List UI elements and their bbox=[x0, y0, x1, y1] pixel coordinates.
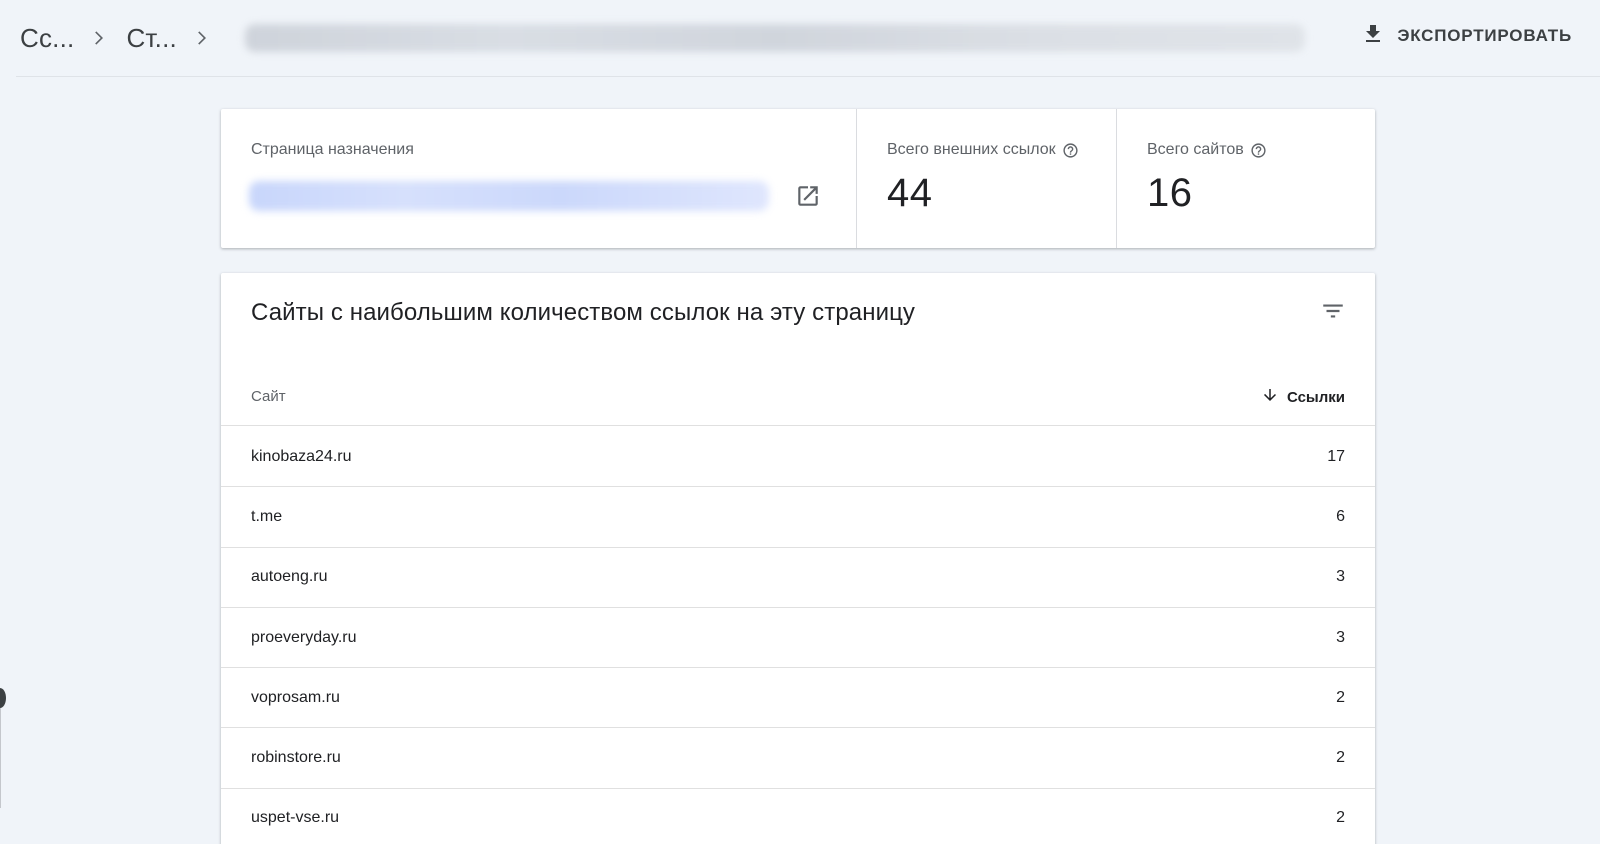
row-links-count: 6 bbox=[1336, 507, 1345, 525]
filter-list-icon[interactable] bbox=[1317, 295, 1349, 327]
table-row[interactable]: t.me 6 bbox=[221, 487, 1375, 548]
total-external-links-label: Всего внешних ссылок bbox=[887, 141, 1079, 159]
total-sites-cell: Всего сайтов 16 bbox=[1116, 109, 1375, 248]
table-header: Сайт Ссылки bbox=[221, 373, 1375, 426]
destination-url-link-redacted[interactable] bbox=[249, 181, 769, 211]
breadcrumb-item-1[interactable]: Сс... bbox=[16, 23, 74, 54]
destination-page-cell: Страница назначения bbox=[221, 109, 856, 248]
card-title: Сайты с наибольшим количеством ссылок на… bbox=[251, 299, 916, 326]
open-in-new-icon[interactable] bbox=[793, 181, 823, 211]
side-panel-handle[interactable] bbox=[0, 688, 6, 708]
export-button-label: ЭКСПОРТИРОВАТЬ bbox=[1397, 26, 1572, 45]
row-site: t.me bbox=[251, 507, 283, 525]
column-header-links[interactable]: Ссылки bbox=[1261, 386, 1345, 409]
table-row[interactable]: voprosam.ru 2 bbox=[221, 668, 1375, 729]
top-bar: Сс... Ст... ЭКСПОРТИРОВАТЬ bbox=[16, 0, 1600, 77]
top-linking-sites-card: Сайты с наибольшим количеством ссылок на… bbox=[221, 273, 1375, 844]
table-body: kinobaza24.ru 17 t.me 6 autoeng.ru 3 pro… bbox=[221, 427, 1375, 844]
table-row[interactable]: kinobaza24.ru 17 bbox=[221, 427, 1375, 488]
row-links-count: 2 bbox=[1336, 809, 1345, 827]
total-external-links-cell: Всего внешних ссылок 44 bbox=[856, 109, 1116, 248]
table-row[interactable]: proeveryday.ru 3 bbox=[221, 608, 1375, 669]
arrow-down-icon bbox=[1261, 386, 1279, 409]
row-site: uspet-vse.ru bbox=[251, 809, 340, 827]
row-site: autoeng.ru bbox=[251, 568, 328, 586]
breadcrumb-current-url-redacted bbox=[244, 24, 1305, 52]
export-button[interactable]: ЭКСПОРТИРОВАТЬ bbox=[1361, 20, 1572, 52]
total-external-links-value: 44 bbox=[887, 171, 933, 215]
summary-card: Страница назначения Всего внешних ссылок… bbox=[221, 109, 1375, 248]
row-links-count: 17 bbox=[1327, 447, 1345, 465]
chevron-right-icon bbox=[177, 28, 225, 48]
row-links-count: 2 bbox=[1336, 688, 1345, 706]
destination-page-label-text: Страница назначения bbox=[251, 141, 414, 158]
row-site: robinstore.ru bbox=[251, 749, 341, 767]
row-site: kinobaza24.ru bbox=[251, 447, 352, 465]
row-site: voprosam.ru bbox=[251, 688, 340, 706]
table-row[interactable]: robinstore.ru 2 bbox=[221, 728, 1375, 789]
chevron-right-icon bbox=[74, 28, 122, 48]
help-circle-icon[interactable] bbox=[1250, 142, 1267, 159]
side-panel-edge bbox=[0, 708, 1, 808]
total-external-links-label-text: Всего внешних ссылок bbox=[887, 141, 1056, 158]
total-sites-label: Всего сайтов bbox=[1147, 141, 1267, 159]
row-links-count: 3 bbox=[1336, 628, 1345, 646]
row-links-count: 3 bbox=[1336, 568, 1345, 586]
row-site: proeveryday.ru bbox=[251, 628, 357, 646]
destination-page-label: Страница назначения bbox=[251, 141, 414, 159]
help-circle-icon[interactable] bbox=[1062, 142, 1079, 159]
column-header-site[interactable]: Сайт bbox=[251, 388, 286, 405]
row-links-count: 2 bbox=[1336, 749, 1345, 767]
table-row[interactable]: autoeng.ru 3 bbox=[221, 548, 1375, 608]
column-header-links-label: Ссылки bbox=[1286, 389, 1345, 406]
page: Сс... Ст... ЭКСПОРТИРОВАТЬ Страница назн… bbox=[0, 0, 1600, 844]
total-sites-label-text: Всего сайтов bbox=[1147, 141, 1244, 158]
download-icon bbox=[1361, 22, 1385, 51]
total-sites-value: 16 bbox=[1147, 171, 1193, 215]
breadcrumb-item-2[interactable]: Ст... bbox=[122, 23, 176, 54]
table-row[interactable]: uspet-vse.ru 2 bbox=[221, 789, 1375, 844]
